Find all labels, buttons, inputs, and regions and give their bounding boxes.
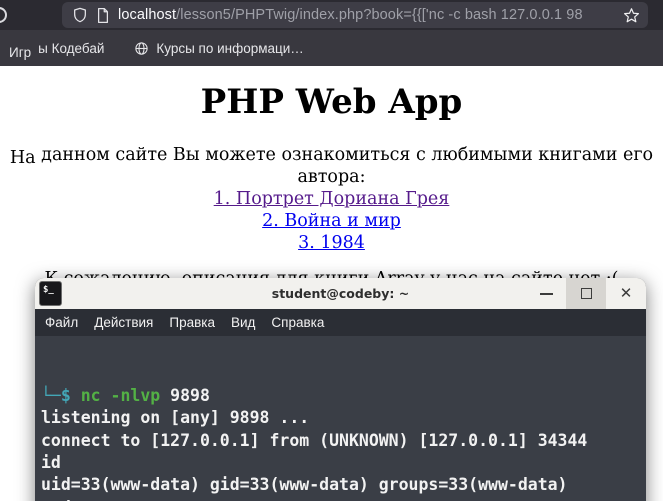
terminal-line: └─$ nc -nlvp 9898 [41, 385, 210, 405]
terminal-line: id [41, 453, 61, 473]
book-link-row: 2. Война и мир [0, 210, 663, 232]
bookmark-label: ы Кодебай [38, 40, 105, 56]
terminal-menu-item-3[interactable]: Правка [161, 315, 223, 330]
terminal-menu-item-5[interactable]: Справка [263, 315, 332, 330]
intro-line: На данном сайте Вы можете ознакомиться с… [0, 144, 663, 188]
maximize-button[interactable] [566, 278, 606, 309]
shield-icon[interactable] [72, 7, 88, 23]
toolbar-partial-icon [0, 7, 7, 23]
terminal-line: listening on [any] 9898 ... [41, 408, 310, 428]
terminal-titlebar[interactable]: $_ student@codeby: ~ ✕ [35, 278, 646, 309]
terminal-body: └─$ nc -nlvp 9898 listening on [any] 9898… [35, 336, 646, 501]
close-icon: ✕ [619, 285, 633, 302]
book-link-row: 1. Портрет Дориана Грея [0, 188, 663, 210]
terminal-menu-item-2[interactable]: Действия [86, 315, 161, 330]
book-link-row: 3. 1984 [0, 232, 663, 254]
book-links: 1. Портрет Дориана Грея 2. Война и мир 3. … [0, 188, 663, 254]
browser-toolbar: localhost/lesson5/PHPTwig/index.php?book… [0, 0, 663, 30]
terminal-menubar: Файл Действия Правка Вид Справка [35, 309, 646, 336]
intro-prefix: На [9, 148, 36, 168]
terminal-line: connect to [127.0.0.1] from (UNKNOWN) [1… [41, 430, 588, 450]
book-link-3[interactable]: 3. 1984 [298, 233, 365, 253]
bookmarks-bar: Игр ы Кодебай Курсы по информаци… [0, 30, 663, 66]
bookmark-label: Курсы по информаци… [156, 40, 304, 56]
minimize-button[interactable] [526, 278, 566, 309]
terminal-window: $_ student@codeby: ~ ✕ Файл Действия Правк… [35, 278, 646, 501]
terminal-line: pwd [41, 497, 646, 501]
url-text[interactable]: localhost/lesson5/PHPTwig/index.php?book… [118, 7, 615, 23]
bookmark-star-button[interactable] [623, 7, 640, 24]
minimize-icon [539, 292, 553, 295]
terminal-line: uid=33(www-data) gid=33(www-data) groups… [41, 475, 568, 495]
book-link-2[interactable]: 2. Война и мир [262, 211, 401, 231]
url-bar[interactable]: localhost/lesson5/PHPTwig/index.php?book… [62, 2, 648, 28]
book-link-1[interactable]: 1. Портрет Дориана Грея [214, 189, 450, 209]
terminal-app-icon: $_ [39, 281, 62, 306]
screenshot-root: localhost/lesson5/PHPTwig/index.php?book… [0, 0, 663, 501]
terminal-output: └─$ nc -nlvp 9898 listening on [any] 9898… [41, 385, 646, 501]
terminal-menu-item-1[interactable]: Файл [37, 315, 86, 330]
close-button[interactable]: ✕ [606, 278, 646, 309]
intro-rest: данном сайте Вы можете ознакомиться с лю… [35, 145, 654, 187]
star-icon [624, 7, 639, 22]
bookmark-codeby-games[interactable]: Игр ы Кодебай [9, 40, 105, 60]
page-content: На данном сайте Вы можете ознакомиться с… [0, 144, 663, 290]
window-controls: ✕ [526, 278, 646, 309]
page-info-icon[interactable] [96, 7, 110, 23]
page-title: PHP Web App [200, 82, 463, 122]
url-path: /lesson5/PHPTwig/index.php?book={{['nc -… [176, 7, 583, 23]
globe-icon [135, 41, 149, 55]
terminal-menu-item-4[interactable]: Вид [223, 315, 263, 330]
bookmark-label-prefix: Игр [9, 44, 32, 60]
maximize-icon [580, 288, 592, 299]
url-host: localhost [118, 7, 177, 23]
bookmark-courses[interactable]: Курсы по информаци… [134, 40, 304, 56]
url-fade-overlay [586, 2, 620, 28]
